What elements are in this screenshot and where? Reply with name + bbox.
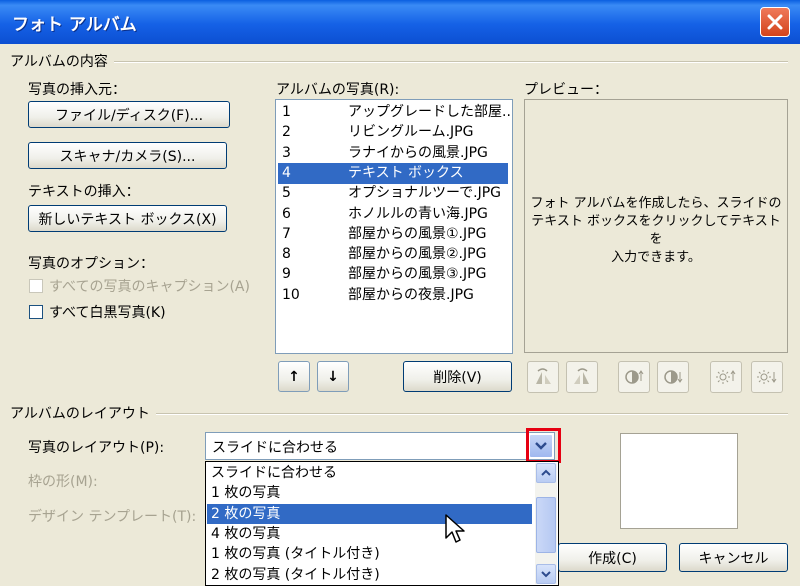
picture-layout-value: スライドに合わせる <box>212 440 338 456</box>
list-item[interactable]: 4 テキスト ボックス <box>278 162 508 184</box>
dropdown-option[interactable]: 1 枚の写真 (タイトル付き) <box>207 544 532 564</box>
album-layout-title: アルバムのレイアウト <box>10 403 156 423</box>
dropdown-option[interactable]: スライドに合わせる <box>207 463 532 483</box>
list-item[interactable]: 10 部屋からの夜景.JPG <box>278 285 508 306</box>
all-captions-label: すべての写真のキャプション(A) <box>49 279 250 295</box>
insert-from-label: 写真の挿入元： <box>28 82 126 98</box>
album-contents-title: アルバムの内容 <box>10 51 114 71</box>
list-item-number: 1 <box>282 104 291 120</box>
contrast-down-button[interactable] <box>657 361 689 393</box>
delete-button[interactable]: 削除(V) <box>403 361 512 392</box>
list-item-filename: アップグレードした部屋.. <box>348 104 511 120</box>
list-item-number: 7 <box>282 225 291 242</box>
contrast-up-icon <box>625 370 644 384</box>
all-bw-checkbox[interactable] <box>29 305 43 319</box>
list-item-filename: ホノルルの青い海.JPG <box>348 205 488 222</box>
list-item[interactable]: 6 ホノルルの青い海.JPG <box>278 204 508 225</box>
all-captions-checkbox[interactable] <box>29 279 43 293</box>
list-item-number: 3 <box>282 144 291 161</box>
all-bw-label: すべて白黒写真(K) <box>49 305 166 321</box>
picture-layout-label: 写真のレイアウト(P): <box>28 440 165 456</box>
list-item[interactable]: 2 リビングルーム.JPG <box>278 122 508 143</box>
list-item-filename: リビングルーム.JPG <box>348 124 474 141</box>
photo-options-label: 写真のオプション： <box>28 256 154 272</box>
create-button[interactable]: 作成(C) <box>558 543 667 572</box>
rotate-left-icon <box>536 368 551 384</box>
dropdown-scrollbar[interactable] <box>535 463 557 584</box>
album-photos-label: アルバムの写真(R): <box>276 82 400 98</box>
arrow-down-icon: ↓ <box>327 368 339 385</box>
preview-message: フォト アルバムを作成したら、スライドの テキスト ボックスをクリックしてテキス… <box>525 195 787 267</box>
list-item[interactable]: 7 部屋からの風景①.JPG <box>278 224 508 245</box>
list-item[interactable]: 9 部屋からの風景③.JPG <box>278 264 508 285</box>
list-item[interactable]: 3 ラナイからの風景.JPG <box>278 143 508 164</box>
list-item-number: 9 <box>282 266 291 283</box>
cancel-button[interactable]: キャンセル <box>679 543 788 572</box>
list-item-filename: オプショナルツーで.JPG <box>348 185 502 202</box>
frame-shape-label: 枠の形(M): <box>28 474 98 490</box>
contrast-down-icon <box>664 370 683 384</box>
brightness-up-button[interactable] <box>710 361 742 393</box>
chevron-up-icon <box>541 469 551 476</box>
brightness-down-button[interactable] <box>751 361 783 393</box>
list-item-filename: 部屋からの夜景.JPG <box>348 286 474 303</box>
arrow-up-icon: ↑ <box>288 368 300 385</box>
dropdown-option[interactable]: 1 枚の写真 <box>207 483 532 503</box>
list-item-filename: 部屋からの風景①.JPG <box>348 225 487 242</box>
preview-message-line1: フォト アルバムを作成したら、スライドの <box>530 196 782 211</box>
preview-label: プレビュー： <box>524 82 608 98</box>
list-item-filename: テキスト ボックス <box>348 164 464 181</box>
picture-layout-combobox[interactable]: スライドに合わせる <box>205 432 555 460</box>
dropdown-highlight-box <box>526 428 561 463</box>
photo-album-dialog: フォト アルバム アルバムの内容 写真の挿入元： ファイル/ディスク(F)...… <box>0 0 800 586</box>
move-up-button[interactable]: ↑ <box>278 361 310 392</box>
new-textbox-button[interactable]: 新しいテキスト ボックス(X) <box>28 205 227 232</box>
preview-message-line2: テキスト ボックスをクリックしてテキストを <box>531 214 781 247</box>
dropdown-option[interactable]: 2 枚の写真 <box>207 503 532 524</box>
picture-layout-dropdown-list[interactable]: スライドに合わせる 1 枚の写真 2 枚の写真 4 枚の写真 1 枚の写真 (タイトル付… <box>205 461 559 586</box>
list-item-number: 6 <box>282 205 291 222</box>
contrast-up-button[interactable] <box>618 361 650 393</box>
preview-message-line3: 入力できます。 <box>611 250 701 265</box>
list-item-number: 5 <box>282 185 291 202</box>
list-item[interactable]: 1 アップグレードした部屋.. <box>278 102 511 123</box>
dropdown-option[interactable]: 2 枚の写真 (タイトル付き) <box>207 565 532 585</box>
preview-pane: フォト アルバムを作成したら、スライドの テキスト ボックスをクリックしてテキス… <box>524 99 788 353</box>
layout-thumbnail-preview <box>620 433 738 529</box>
mouse-pointer-icon <box>445 514 465 543</box>
list-item-number: 10 <box>282 286 300 303</box>
rotate-right-button[interactable] <box>566 361 598 393</box>
title-bar[interactable]: フォト アルバム <box>0 0 800 44</box>
chevron-down-icon <box>541 571 551 578</box>
close-button[interactable] <box>760 7 790 37</box>
insert-text-label: テキストの挿入： <box>28 184 140 200</box>
scroll-down-button[interactable] <box>536 564 556 584</box>
move-down-button[interactable]: ↓ <box>317 361 349 392</box>
scroll-up-button[interactable] <box>536 463 556 483</box>
list-item-filename: 部屋からの風景②.JPG <box>348 246 487 263</box>
window-title: フォト アルバム <box>12 15 137 35</box>
list-item-number: 2 <box>282 124 291 141</box>
list-item-filename: 部屋からの風景③.JPG <box>348 266 487 283</box>
list-item[interactable]: 5 オプショナルツーで.JPG <box>278 183 508 204</box>
close-icon <box>767 14 783 30</box>
design-template-label: デザイン テンプレート(T): <box>28 509 197 525</box>
list-item-number: 4 <box>282 164 291 181</box>
dropdown-option[interactable]: 4 枚の写真 <box>207 524 532 544</box>
album-photos-list[interactable]: 1 アップグレードした部屋.. 2 リビングルーム.JPG 3 ラナイからの風景.JPG 4… <box>275 99 513 354</box>
rotate-left-button[interactable] <box>527 361 559 393</box>
scanner-camera-button[interactable]: スキャナ/カメラ(S)... <box>28 142 227 169</box>
list-item-number: 8 <box>282 246 291 263</box>
list-item[interactable]: 8 部屋からの風景②.JPG <box>278 244 508 265</box>
file-disk-button[interactable]: ファイル/ディスク(F)... <box>28 101 230 128</box>
album-contents-divider <box>10 61 788 63</box>
rotate-right-icon <box>574 368 589 384</box>
brightness-up-icon <box>716 370 736 384</box>
list-item-filename: ラナイからの風景.JPG <box>348 144 488 161</box>
brightness-down-icon <box>757 370 777 384</box>
scroll-thumb[interactable] <box>536 497 556 553</box>
